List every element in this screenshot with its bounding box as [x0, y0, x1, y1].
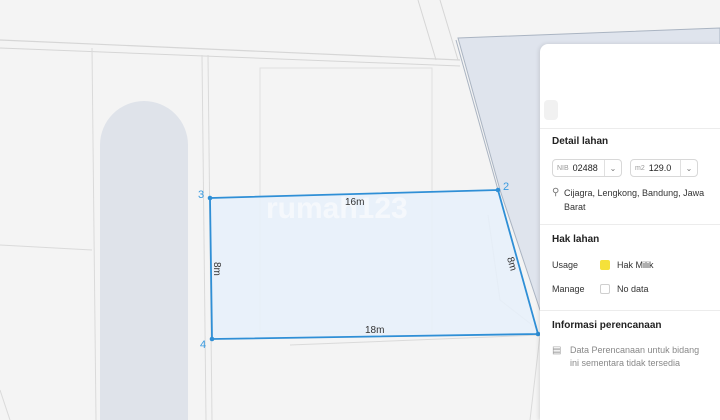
nib-select[interactable]: NIB 02488 ⌄ — [552, 159, 622, 177]
area-value: 129.0 — [648, 163, 672, 173]
chevron-down-icon[interactable]: ⌄ — [680, 160, 697, 176]
usage-swatch — [600, 260, 610, 270]
edge-label-top: 16m — [345, 197, 364, 208]
divider — [540, 224, 720, 225]
planning-info: ▤ Data Perencanaan untuk bidang ini seme… — [552, 344, 702, 370]
planning-title: Informasi perencanaan — [552, 320, 662, 331]
chevron-down-icon[interactable]: ⌄ — [604, 160, 621, 176]
road-strip — [100, 101, 188, 420]
vertex-2-marker[interactable] — [495, 187, 501, 193]
nib-prefix: NIB — [557, 164, 569, 172]
parcel-detail-panel: Detail lahan NIB 02488 ⌄ m2 129.0 ⌄ ⚲ Ci… — [540, 44, 720, 420]
manage-label: Manage — [552, 284, 585, 294]
divider — [540, 310, 720, 311]
document-icon: ▤ — [552, 345, 562, 356]
edge-label-bottom: 18m — [365, 325, 384, 336]
address-text: Cijagra, Lengkong, Bandung, Jawa Barat — [564, 188, 705, 212]
usage-value: Hak Milik — [617, 260, 654, 270]
address-row: ⚲ Cijagra, Lengkong, Bandung, Jawa Barat — [552, 186, 712, 214]
usage-label: Usage — [552, 260, 579, 270]
planning-text: Data Perencanaan untuk bidang ini sement… — [570, 345, 700, 368]
manage-value: No data — [617, 284, 649, 294]
manage-swatch — [600, 284, 610, 294]
location-pin-icon: ⚲ — [552, 187, 560, 198]
vertex-3-marker[interactable] — [207, 195, 213, 201]
area-prefix: m2 — [635, 164, 645, 172]
nib-value: 02488 — [572, 163, 598, 173]
vertex-4-marker[interactable] — [209, 336, 215, 342]
vertex-label-3: 3 — [198, 189, 204, 201]
watermark: rumah123 — [266, 192, 408, 225]
usage-row: Usage Hak Milik — [552, 260, 654, 270]
vertex-label-4: 4 — [200, 339, 206, 351]
edge-label-left: 8m — [211, 262, 222, 276]
vertex-label-2: 2 — [503, 181, 509, 193]
search-bar-edge[interactable] — [544, 100, 558, 120]
manage-row: Manage No data — [552, 284, 649, 294]
rights-title: Hak lahan — [552, 234, 600, 245]
divider — [540, 128, 720, 129]
area-select[interactable]: m2 129.0 ⌄ — [630, 159, 698, 177]
detail-title: Detail lahan — [552, 136, 609, 147]
